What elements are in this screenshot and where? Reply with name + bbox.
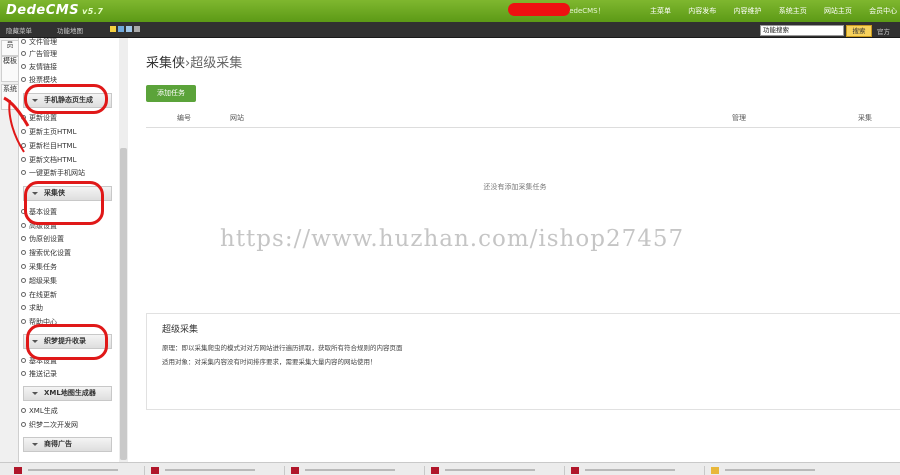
info-principle: 原理：即以采集爬虫的模式对对方网站进行遍历抓取，获取所有符合规则的内容页面: [162, 344, 403, 352]
scrollbar-thumb[interactable]: [120, 148, 127, 460]
app-icon: [431, 467, 439, 474]
app-icon: [571, 467, 579, 474]
info-title: 超级采集: [162, 325, 199, 335]
redaction-mark: [508, 3, 570, 16]
watermark-text: https://www.huzhan.com/ishop27457: [220, 226, 685, 252]
sidebar-item-pseudo-original[interactable]: 伪原创设置: [21, 234, 64, 244]
info-audience: 适用对象：对采集内容没有时间排序要求，需要采集大量内容的网站使用！: [162, 358, 377, 366]
skin-lightblue-icon[interactable]: [126, 26, 132, 32]
top-nav: 主菜单 内容发布 内容维护 系统主页 网站主页 会员中心: [650, 6, 900, 16]
info-panel: 超级采集 原理：即以采集爬虫的模式对对方网站进行遍历抓取，获取所有符合规则的内容…: [146, 313, 900, 410]
app-icon: [14, 467, 22, 474]
nav-member-center[interactable]: 会员中心: [869, 7, 897, 15]
skin-yellow-icon[interactable]: [110, 26, 116, 32]
taskbar: [0, 462, 900, 475]
dedecms-logo: DedeCMS v5.7: [6, 3, 103, 18]
column-collect: 采集: [858, 114, 872, 122]
official-link[interactable]: 官方: [877, 26, 890, 36]
breadcrumb: 采集侠›超级采集: [146, 52, 242, 71]
function-map-button[interactable]: 功能地图: [57, 25, 83, 35]
skin-blue-icon[interactable]: [118, 26, 124, 32]
task-label: [445, 469, 535, 471]
sidebar-item-push-log[interactable]: 推送记录: [21, 369, 57, 379]
breadcrumb-current: 超级采集: [190, 56, 243, 71]
task-label: [305, 469, 395, 471]
chevron-down-icon: [32, 443, 38, 446]
sidebar-item-help[interactable]: 求助: [21, 303, 43, 313]
task-label: [725, 469, 815, 471]
annotation-circle: [24, 181, 104, 225]
app-icon: [151, 467, 159, 474]
nav-main-menu[interactable]: 主菜单: [650, 7, 671, 15]
column-site: 网站: [230, 114, 244, 122]
task-label: [28, 469, 118, 471]
top-header: DedeCMSv5.7 !您好，欢迎使用DedeCMS！ 主菜单 内容发布 内容…: [0, 0, 900, 22]
sidebar-group-ads[interactable]: 商得广告: [23, 437, 112, 452]
annotation-circle: [26, 324, 108, 360]
nav-system-home[interactable]: 系统主页: [779, 7, 807, 15]
nav-site-home[interactable]: 网站主页: [824, 7, 852, 15]
sidebar-item-super-collect[interactable]: 超级采集: [21, 276, 57, 286]
sidebar-item-dev-site[interactable]: 织梦二次开发网: [21, 420, 78, 430]
sidebar-item-seo-settings[interactable]: 搜索优化设置: [21, 248, 71, 258]
logo-text: DedeCMS: [6, 3, 80, 18]
sidebar-item-xml-generate[interactable]: XML生成: [21, 406, 58, 416]
breadcrumb-root[interactable]: 采集侠: [146, 56, 185, 71]
add-task-button[interactable]: 添加任务: [146, 85, 196, 102]
app-icon: [711, 467, 719, 474]
sidebar-item-update-mobile[interactable]: 一键更新手机网站: [21, 168, 85, 178]
sidebar-group-xml-sitemap[interactable]: XML地图生成器: [23, 386, 112, 401]
column-manage: 管理: [732, 114, 746, 122]
sidebar-scrollbar[interactable]: [119, 38, 128, 462]
task-label: [585, 469, 675, 471]
task-label: [165, 469, 255, 471]
sidebar-item-collect-task[interactable]: 采集任务: [21, 262, 57, 272]
hide-menu-button[interactable]: 隐藏菜单: [6, 25, 32, 35]
chevron-down-icon: [32, 392, 38, 395]
sidebar-item-online-update[interactable]: 在线更新: [21, 290, 57, 300]
skin-gray-icon[interactable]: [134, 26, 140, 32]
empty-state-text: 还没有添加采集任务: [483, 183, 547, 191]
group-title: XML地图生成器: [44, 389, 96, 397]
app-icon: [291, 467, 299, 474]
column-id: 编号: [177, 114, 191, 122]
group-title: 商得广告: [44, 440, 72, 448]
search-input[interactable]: 功能搜索: [760, 25, 844, 36]
search-button[interactable]: 搜索: [846, 25, 872, 37]
task-table-header: 编号 网站 管理 采集: [146, 109, 900, 128]
annotation-stroke: [3, 96, 30, 153]
version-label: v5.7: [82, 7, 104, 16]
nav-publish[interactable]: 内容发布: [688, 7, 716, 15]
nav-maintain[interactable]: 内容维护: [733, 7, 761, 15]
